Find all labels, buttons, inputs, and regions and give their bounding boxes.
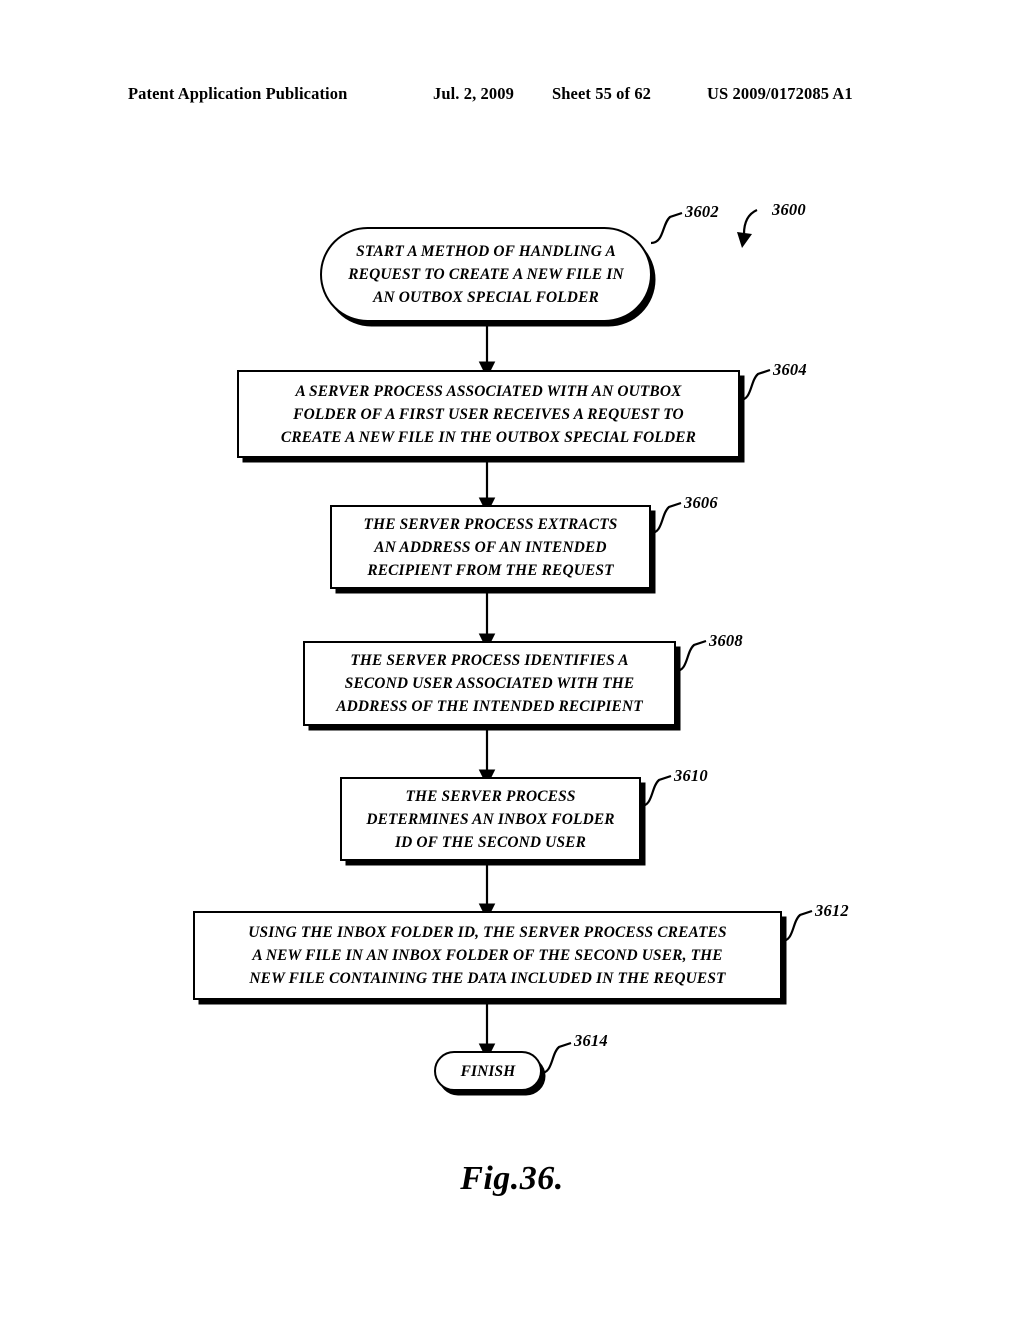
leader-3612 (781, 909, 813, 943)
ref-numeral-3612: 3612 (815, 901, 849, 920)
flow-node-3608-text: THE SERVER PROCESS IDENTIFIES A SECOND U… (336, 652, 643, 715)
leader-3606 (650, 501, 682, 535)
leader-3614 (540, 1041, 572, 1075)
leader-3608 (675, 639, 707, 673)
flow-node-3604[interactable]: A SERVER PROCESS ASSOCIATED WITH AN OUTB… (237, 370, 740, 458)
ref-numeral-3610: 3610 (674, 766, 708, 785)
flow-node-3602-text: START A METHOD OF HANDLING A REQUEST TO … (348, 243, 624, 306)
ref-numeral-3602: 3602 (685, 202, 719, 221)
leader-3604 (739, 368, 771, 402)
leader-3600-arrowhead (737, 232, 752, 248)
figure-caption: Fig.36. (460, 1160, 564, 1197)
flow-node-3604-text: A SERVER PROCESS ASSOCIATED WITH AN OUTB… (280, 382, 697, 446)
flow-node-3612-text: USING THE INBOX FOLDER ID, THE SERVER PR… (248, 924, 727, 987)
flow-node-3614-text: FINISH (460, 1062, 516, 1080)
flowchart-diagram: START A METHOD OF HANDLING A REQUEST TO … (0, 0, 1024, 1320)
ref-numeral-3608: 3608 (709, 631, 743, 650)
flow-node-3606-text: THE SERVER PROCESS EXTRACTS AN ADDRESS O… (363, 515, 618, 579)
leader-3610 (640, 774, 672, 808)
ref-numeral-3600: 3600 (772, 200, 806, 219)
ref-numeral-3606: 3606 (684, 493, 718, 512)
flow-node-3612[interactable]: USING THE INBOX FOLDER ID, THE SERVER PR… (193, 911, 782, 1000)
flow-node-3608[interactable]: THE SERVER PROCESS IDENTIFIES A SECOND U… (303, 641, 676, 726)
leader-3602 (650, 211, 683, 245)
flow-node-3610-text: THE SERVER PROCESS DETERMINES AN INBOX F… (366, 787, 615, 851)
leader-3600 (742, 208, 758, 235)
flow-node-3602[interactable]: START A METHOD OF HANDLING A REQUEST TO … (320, 227, 652, 322)
flow-node-3614[interactable]: FINISH (434, 1051, 542, 1091)
flow-node-3610[interactable]: THE SERVER PROCESS DETERMINES AN INBOX F… (340, 777, 641, 861)
ref-numeral-3604: 3604 (773, 360, 807, 379)
ref-numeral-3614: 3614 (574, 1031, 608, 1050)
flow-node-3606[interactable]: THE SERVER PROCESS EXTRACTS AN ADDRESS O… (330, 505, 651, 589)
